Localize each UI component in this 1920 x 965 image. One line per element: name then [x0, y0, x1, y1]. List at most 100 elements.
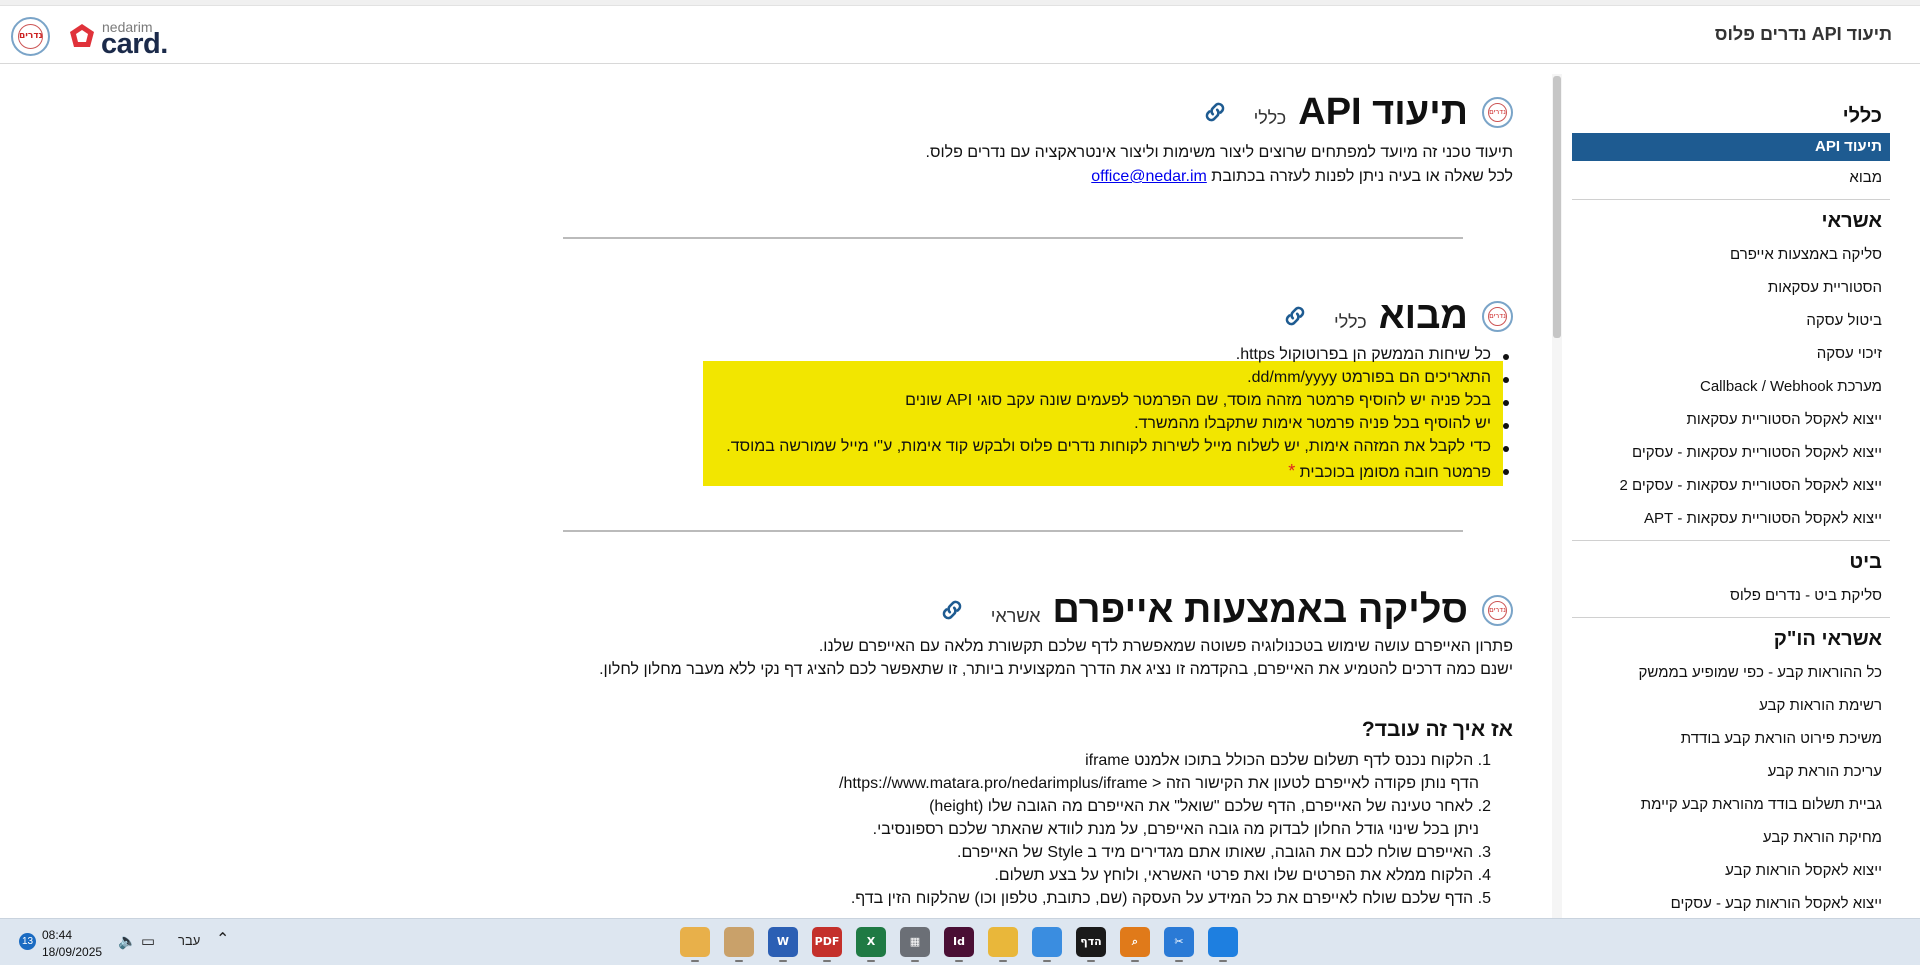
step-item: 3. האייפרם שולח לכם את הגובה, שאותו אתם …: [957, 844, 1491, 861]
page-header: תיעוד API נדרים פלוס נדרים nedarim card.: [0, 6, 1920, 64]
contact-paragraph: לכל שאלה או בעיה ניתן לפנות לעזרה בכתובת…: [1091, 168, 1513, 186]
windows-taskbar: 13 08:44 18/09/2025 🔈 ▭ עבר ⌃ W PDF X ▦ Id הד…: [0, 918, 1920, 965]
sidebar-item[interactable]: זיכוי עסקה: [1572, 337, 1890, 370]
sidebar-item[interactable]: תיעוד API: [1572, 133, 1890, 161]
chrome-icon[interactable]: [1032, 927, 1062, 957]
running-indicator: [1087, 960, 1095, 962]
running-indicator: [1131, 960, 1139, 962]
running-indicator: [735, 960, 743, 962]
link-icon[interactable]: [939, 597, 965, 623]
indesign-label: Id: [953, 935, 965, 948]
file-explorer-icon[interactable]: [988, 927, 1018, 957]
link-icon[interactable]: [1282, 303, 1308, 329]
pdf-icon[interactable]: PDF: [812, 927, 842, 957]
search-app-icon[interactable]: ⌕: [1120, 927, 1150, 957]
sidebar-item[interactable]: כל ההוראות קבע - כפי שמופיע בממשק: [1572, 656, 1890, 689]
running-indicator: [779, 960, 787, 962]
sidebar-item[interactable]: סליקה באמצעות אייפרם: [1572, 238, 1890, 271]
word-label: W: [776, 935, 790, 948]
network-icon[interactable]: ▭: [141, 933, 155, 950]
link-icon[interactable]: [1202, 99, 1228, 125]
news-app-icon[interactable]: הדף: [1076, 927, 1106, 957]
sidebar-item[interactable]: ביטול עסקה: [1572, 304, 1890, 337]
pentagon-logo-icon: [70, 24, 94, 47]
notification-badge[interactable]: 13: [19, 933, 36, 950]
divider: [563, 530, 1463, 532]
chrome-profile-1-icon[interactable]: [680, 927, 710, 957]
sidebar-item[interactable]: עריכת הוראת קבע: [1572, 755, 1890, 788]
page-title: תיעוד API נדרים פלוס: [1714, 24, 1892, 44]
running-indicator: [823, 960, 831, 962]
windows-start-icon[interactable]: [1208, 927, 1238, 957]
calculator-icon[interactable]: ▦: [900, 927, 930, 957]
excel-icon[interactable]: X: [856, 927, 886, 957]
sidebar-item[interactable]: מבוא: [1572, 161, 1890, 194]
clock-time[interactable]: 08:44: [42, 928, 72, 942]
nedarim-seal-logo[interactable]: נדרים: [11, 17, 50, 56]
pdf-label: PDF: [814, 935, 840, 948]
clock-date[interactable]: 18/09/2025: [42, 945, 102, 959]
section-tag: אשראי: [990, 605, 1041, 626]
sidebar-divider: [1572, 540, 1890, 541]
section-header-intro: נדרים מבוא כללי: [1282, 294, 1513, 338]
section-seal-icon: נדרים: [1482, 300, 1513, 332]
sidebar-section-title: אשראי: [1821, 210, 1882, 232]
volume-icon[interactable]: 🔈: [118, 933, 137, 950]
sidebar-item[interactable]: ייצוא לאקסל הסטוריית עסקאות - APT: [1572, 502, 1890, 535]
sidebar-item[interactable]: מחיקת הוראת קבע: [1572, 821, 1890, 854]
running-indicator: [691, 960, 699, 962]
section-seal-icon: נדרים: [1482, 594, 1513, 626]
sidebar-item[interactable]: גביית תשלום בודד מהוראת קבע קיימת: [1572, 788, 1890, 821]
seal-text: נדרים: [1488, 102, 1507, 122]
seal-text: נדרים: [1488, 306, 1507, 326]
running-indicator: [1043, 960, 1051, 962]
required-star: *: [1288, 461, 1296, 481]
chevron-up-icon[interactable]: ⌃: [216, 929, 229, 949]
word-icon[interactable]: W: [768, 927, 798, 957]
step-item: 2. לאחר טעינה של האייפרם, הדף שלכם "שואל…: [929, 798, 1491, 815]
volume-network-icons[interactable]: 🔈 ▭: [118, 932, 155, 950]
how-it-works-heading: אז איך זה עובד?: [1361, 718, 1513, 741]
running-indicator: [911, 960, 919, 962]
sidebar-item[interactable]: מערכת Callback / Webhook: [1572, 370, 1890, 403]
step-item: 1. הלקוח נכנס לדף תשלום שלכם הכולל בתוכו…: [1085, 752, 1491, 769]
seal-text: נדרים: [1488, 600, 1507, 620]
sidebar-item[interactable]: הסטוריית עסקאות: [1572, 271, 1890, 304]
chrome-profile-2-icon[interactable]: [724, 927, 754, 957]
required-param-note: פרמטר חובה מסומן בכוכבית: [1299, 464, 1491, 481]
list-item: פרמטר חובה מסומן בכוכבית *: [1288, 461, 1509, 482]
iframe-methods-paragraph: ישנם כמה דרכים להטמיע את האייפרם, בהקדמה…: [599, 661, 1513, 678]
excel-label: X: [866, 935, 876, 948]
sidebar-item[interactable]: ייצוא לאקסל הוראות קבע - עסקים: [1572, 887, 1890, 920]
section-title: סליקה באמצעות אייפרם: [1052, 588, 1468, 631]
list-item: כל שיחות הממשק הן בפרוטוקול https.: [1235, 346, 1510, 363]
language-indicator[interactable]: עבר: [178, 933, 200, 948]
contact-email-link[interactable]: office@nedar.im: [1091, 168, 1207, 185]
section-tag: כללי: [1334, 311, 1367, 332]
sidebar-item[interactable]: ייצוא לאקסל הוראות קבע: [1572, 854, 1890, 887]
running-indicator: [999, 960, 1007, 962]
iframe-intro-paragraph: פתרון האייפרם עושה שימוש בטכנולוגיה פשוט…: [818, 638, 1513, 655]
section-header-api-docs: נדרים תיעוד API כללי: [1202, 90, 1513, 134]
step-item: הדף נותן פקודה לאייפרם לטעון את הקישור ה…: [839, 775, 1479, 792]
list-item: התאריכים הם בפורמט dd/mm/yyyy.: [1247, 369, 1509, 386]
sidebar-item[interactable]: משיכת פירוט הוראת קבע בודדת: [1572, 722, 1890, 755]
sidebar-divider: [1572, 617, 1890, 618]
sidebar-item[interactable]: ייצוא לאקסל הסטוריית עסקאות - עסקים: [1572, 436, 1890, 469]
section-seal-icon: נדרים: [1482, 96, 1513, 128]
sidebar-section-title: כללי: [1842, 105, 1882, 127]
sidebar-item[interactable]: סליקת ביט - נדרים פלוס: [1572, 579, 1890, 612]
sidebar-item[interactable]: ייצוא לאקסל הסטוריית עסקאות: [1572, 403, 1890, 436]
snipping-tool-icon[interactable]: ✂: [1164, 927, 1194, 957]
content-scrollbar-thumb[interactable]: [1553, 76, 1561, 338]
sidebar-section-title: אשראי הו"ק: [1773, 628, 1882, 650]
section-title: תיעוד API: [1298, 90, 1468, 133]
running-indicator: [1219, 960, 1227, 962]
sidebar-divider: [1572, 199, 1890, 200]
sidebar-item[interactable]: רשימת הוראות קבע: [1572, 689, 1890, 722]
calculator-label: ▦: [909, 935, 921, 948]
sidebar-item[interactable]: ייצוא לאקסל הסטוריית עסקאות - עסקים 2: [1572, 469, 1890, 502]
indesign-icon[interactable]: Id: [944, 927, 974, 957]
sidebar-section-title: ביט: [1849, 551, 1882, 573]
intro-paragraph: תיעוד טכני זה מיועד למפתחים שרוצים ליצור…: [925, 144, 1513, 161]
